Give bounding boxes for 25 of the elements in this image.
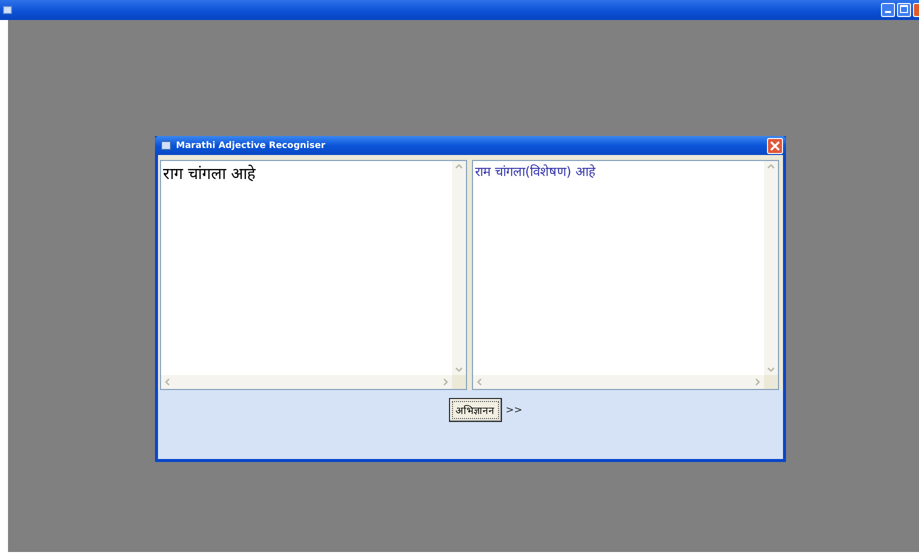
scroll-right-icon[interactable] bbox=[443, 378, 449, 386]
output-text-area[interactable]: राम चांगला(विशेषण) आहे bbox=[472, 160, 779, 390]
app-icon bbox=[3, 6, 12, 14]
arrow-label: >> bbox=[506, 405, 522, 416]
scroll-left-icon[interactable] bbox=[164, 378, 170, 386]
close-button[interactable] bbox=[913, 3, 919, 17]
minimize-button[interactable] bbox=[881, 3, 895, 17]
text-content: राम चांगला(विशेषण) आहे bbox=[474, 163, 597, 182]
scroll-down-icon[interactable] bbox=[767, 367, 775, 373]
restore-button[interactable] bbox=[897, 3, 911, 17]
vertical-scrollbar[interactable] bbox=[452, 161, 466, 375]
dialog-title: Marathi Adjective Recogniser bbox=[176, 140, 326, 150]
recognise-button[interactable]: अभिज्ञानन bbox=[448, 398, 502, 422]
scroll-down-icon[interactable] bbox=[455, 367, 463, 373]
app-icon bbox=[161, 141, 171, 150]
input-text-area[interactable]: राग चांगला आहे bbox=[160, 160, 467, 390]
scroll-right-icon[interactable] bbox=[755, 378, 761, 386]
horizontal-scrollbar[interactable] bbox=[161, 375, 452, 389]
scroll-left-icon[interactable] bbox=[476, 378, 482, 386]
scroll-up-icon[interactable] bbox=[767, 163, 775, 169]
text-content: राग चांगला आहे bbox=[162, 163, 258, 185]
scroll-up-icon[interactable] bbox=[455, 163, 463, 169]
horizontal-scrollbar[interactable] bbox=[473, 375, 764, 389]
vertical-scrollbar[interactable] bbox=[764, 161, 778, 375]
close-button[interactable] bbox=[767, 138, 783, 154]
